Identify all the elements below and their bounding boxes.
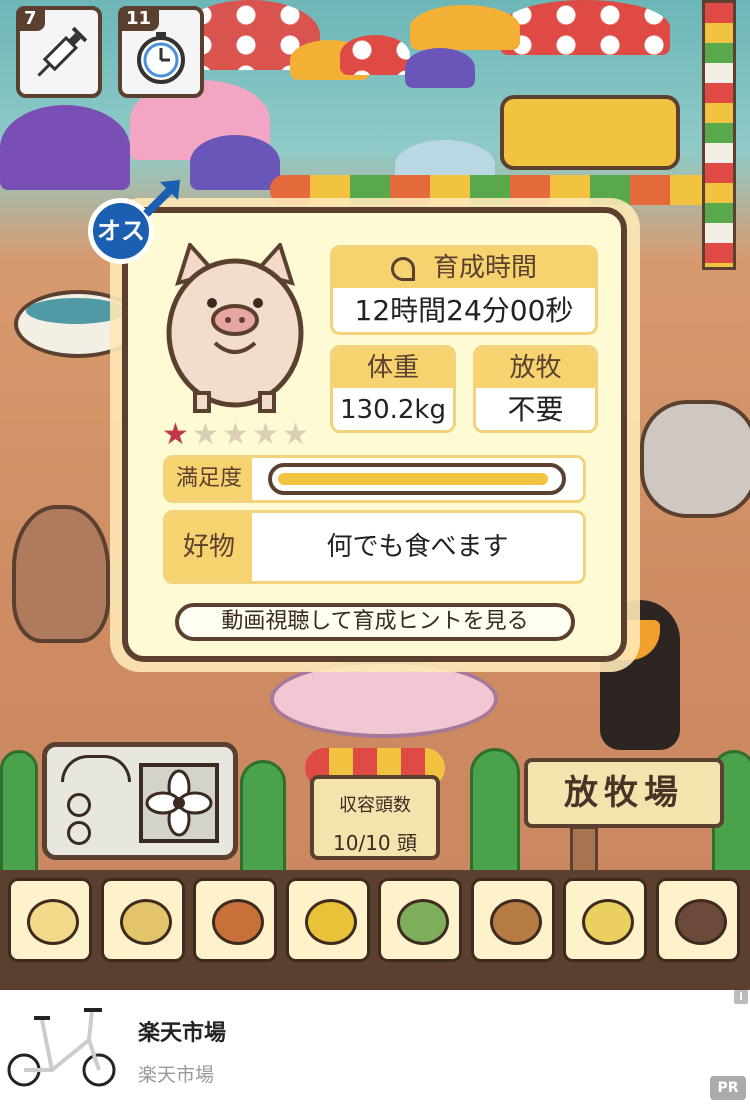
fan-icon	[139, 763, 219, 843]
dial-icon	[67, 793, 91, 817]
grain-bowl-feed-icon	[582, 899, 634, 945]
feed-slot[interactable]	[378, 878, 462, 962]
feed-slot[interactable]	[285, 878, 370, 962]
feed-slot[interactable]	[470, 878, 555, 962]
capacity-label: 収容頭数	[339, 795, 411, 816]
rating-star: ★	[222, 417, 249, 452]
mushroom-decoration	[405, 48, 475, 88]
male-symbol-icon	[143, 180, 180, 217]
pasture-sign-label: 放牧場	[564, 773, 684, 813]
stopwatch-item-button[interactable]: 11	[118, 6, 204, 98]
leaf-nuts-feed-icon	[397, 899, 449, 945]
mushroom-decoration	[410, 5, 520, 50]
feed-slot[interactable]	[100, 878, 185, 962]
feed-slot[interactable]	[8, 878, 92, 962]
feed-slot[interactable]	[655, 878, 740, 962]
rating-star: ★	[282, 417, 309, 452]
mushroom-decoration	[190, 135, 280, 190]
beans-feed-icon	[27, 899, 79, 945]
totem-pole	[702, 0, 736, 270]
folding-bicycle-image	[7, 1008, 116, 1087]
growth-time-value: 12時間24分00秒	[354, 294, 574, 327]
acorn-feed-icon	[489, 899, 542, 945]
taco-truck	[500, 95, 680, 170]
mixed-beans-feed-icon	[119, 899, 172, 945]
feed-slot[interactable]	[563, 878, 647, 962]
mushroom-decoration	[500, 0, 670, 55]
capacity-value: 10/10 頭	[333, 831, 417, 855]
sweet-potato-feed-icon	[212, 899, 264, 945]
rating-star: ★	[252, 417, 279, 452]
weight-value: 130.2kg	[340, 395, 446, 425]
cactus-decoration	[0, 750, 38, 876]
pr-badge: PR	[710, 1076, 746, 1100]
satisfaction-bar-fill	[278, 473, 548, 485]
grazing-value: 不要	[507, 393, 564, 426]
favorite-value: 何でも食べます	[326, 532, 509, 562]
favorite-food-box: 好物 何でも食べます	[163, 510, 586, 584]
stopwatch-icon	[137, 32, 185, 84]
rating-star: ★	[192, 417, 219, 452]
syringe-item-button[interactable]: 7	[16, 6, 102, 98]
dial-icon	[67, 821, 91, 845]
chestnut-plate-feed-icon	[674, 899, 727, 945]
ad-title[interactable]: 楽天市場	[138, 1015, 226, 1047]
temperature-gauge-icon	[61, 755, 131, 782]
weight-label: 体重	[333, 348, 453, 388]
pasture-sign[interactable]: 放牧場	[524, 758, 724, 828]
boar-character[interactable]	[12, 505, 110, 643]
watch-video-hint-button[interactable]: 動画視聴して育成ヒントを見る	[175, 603, 575, 641]
syringe-icon	[37, 26, 88, 77]
ventilation-control-panel[interactable]	[42, 742, 238, 860]
satisfaction-box: 満足度	[163, 455, 586, 503]
pig-portrait	[166, 243, 304, 413]
capacity-sign: 収容頭数 10/10 頭	[310, 775, 440, 860]
weight-box: 体重 130.2kg	[330, 345, 456, 433]
favorite-label: 好物	[166, 513, 252, 581]
growth-time-box: 育成時間 12時間24分00秒	[330, 245, 598, 335]
corn-feed-icon	[304, 899, 357, 945]
cactus-decoration	[470, 748, 520, 876]
grazing-label: 放牧	[476, 348, 595, 388]
rhino-character[interactable]	[640, 400, 750, 518]
satisfaction-label: 満足度	[166, 458, 252, 500]
feed-slot[interactable]	[193, 878, 277, 962]
growth-time-label: 育成時間	[432, 253, 537, 283]
satisfaction-bar	[268, 463, 566, 495]
mushroom-decoration	[0, 105, 130, 190]
ad-subtitle: 楽天市場	[138, 1064, 215, 1086]
growth-time-header: 育成時間	[333, 248, 595, 288]
mushroom-decoration	[340, 35, 410, 75]
rating-star: ★	[162, 417, 189, 452]
sprout-icon	[390, 256, 415, 281]
grazing-box: 放牧 不要	[473, 345, 598, 433]
ad-info-icon[interactable]: i	[734, 990, 748, 1004]
cactus-decoration	[240, 760, 286, 876]
